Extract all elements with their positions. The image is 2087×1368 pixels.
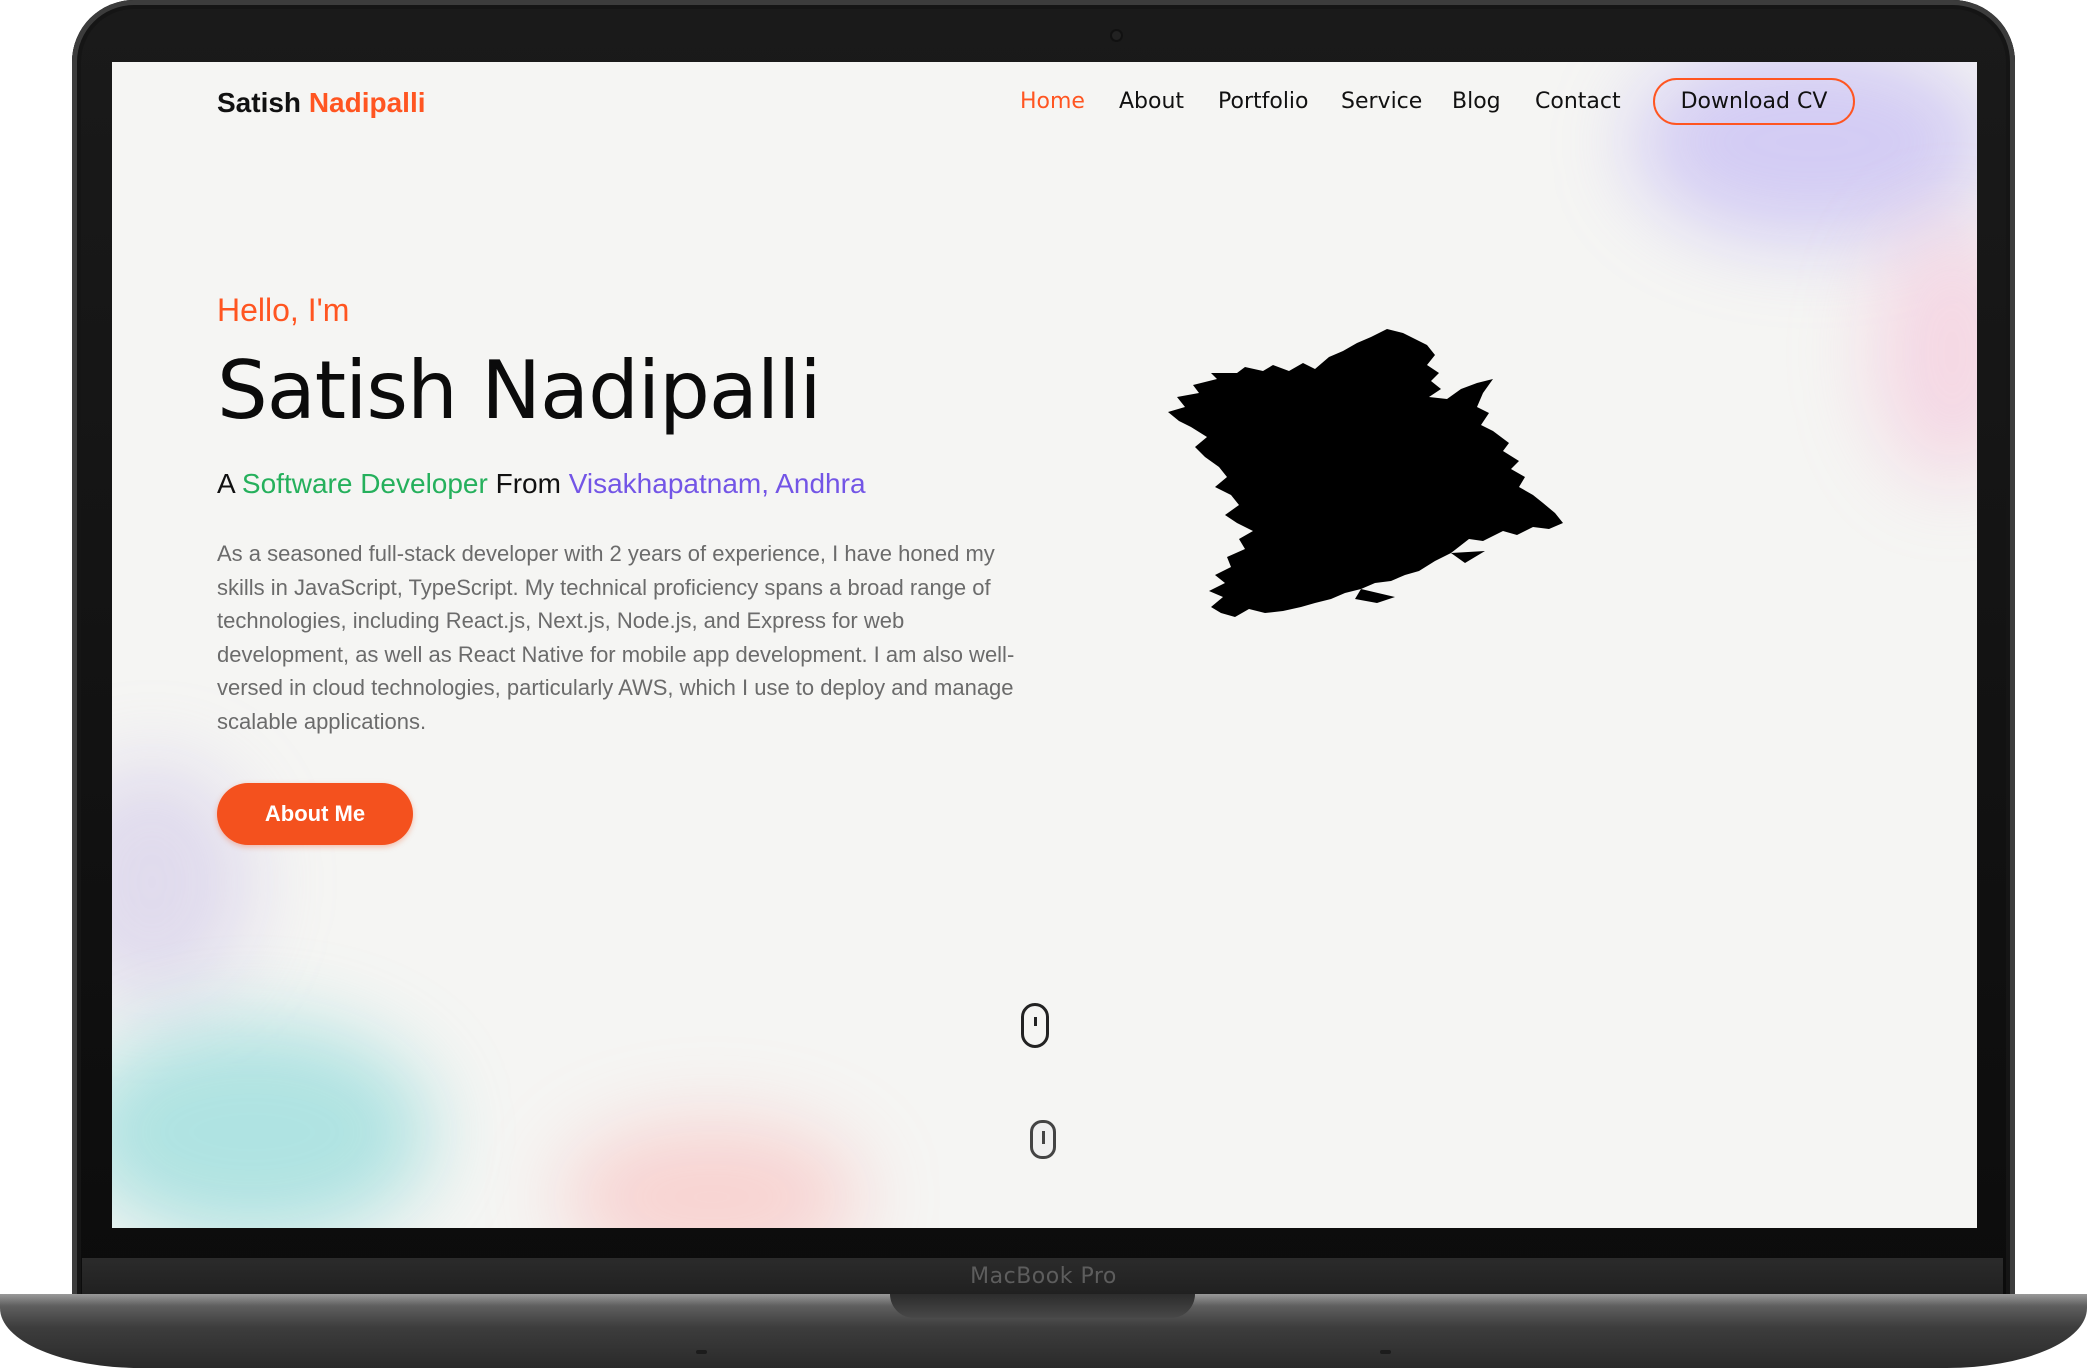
browser-screen: Satish Nadipalli Home About Portfolio Se… [112,62,1977,1228]
tagline-role: Software Developer [241,468,488,499]
laptop-foot [696,1350,707,1354]
watercolor-wash [112,1022,432,1228]
scroll-mouse-icon-secondary [1030,1120,1056,1159]
logo-first-name: Satish [217,87,302,118]
laptop-foot [1380,1350,1391,1354]
top-navbar: Satish Nadipalli Home About Portfolio Se… [112,62,1977,144]
download-cv-button[interactable]: Download CV [1653,78,1855,125]
logo-last-name: Nadipalli [308,87,426,118]
nav-contact[interactable]: Contact [1535,89,1621,114]
hero-greeting: Hello, I'm [217,292,350,328]
hero-tagline: A Software Developer From Visakhapatnam,… [217,468,866,500]
nav-blog[interactable]: Blog [1452,89,1501,114]
camera [1112,31,1121,40]
watercolor-wash [562,1122,862,1228]
mouse-wheel [1034,1017,1037,1026]
nav-home[interactable]: Home [1020,89,1085,114]
hero-bio: As a seasoned full-stack developer with … [217,541,1015,734]
about-me-button[interactable]: About Me [217,783,413,845]
site-logo[interactable]: Satish Nadipalli [217,87,426,119]
nav-service[interactable]: Service [1341,89,1422,114]
scroll-mouse-icon[interactable] [1021,1003,1049,1048]
nav-about[interactable]: About [1119,89,1184,114]
hero-name: Satish Nadipalli [217,344,822,437]
tagline-prefix: A [217,468,235,499]
brush-stroke-image [1168,329,1563,617]
laptop-notch [890,1294,1195,1318]
tagline-place: Visakhapatnam, Andhra [568,468,866,499]
tagline-middle: From [495,468,561,499]
watercolor-wash [1872,222,1977,482]
nav-portfolio[interactable]: Portfolio [1218,89,1309,114]
mouse-wheel [1042,1131,1045,1144]
device-model-label: MacBook Pro [970,1264,1117,1289]
